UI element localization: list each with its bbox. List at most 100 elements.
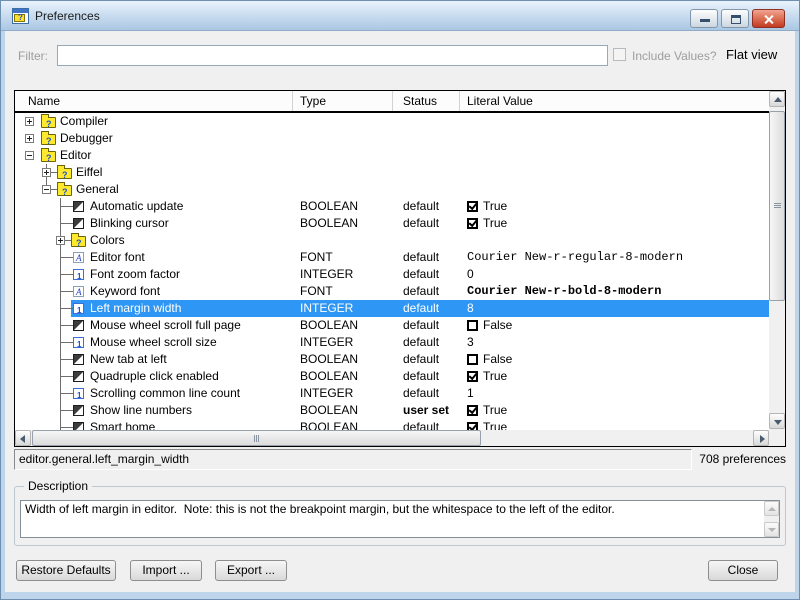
vertical-scroll-thumb[interactable] bbox=[769, 111, 785, 301]
status-cell: default bbox=[393, 249, 460, 266]
value-cell bbox=[460, 164, 769, 181]
flat-view-button[interactable]: Flat view bbox=[726, 47, 777, 62]
name-cell: Editor font bbox=[15, 249, 293, 266]
value-cell: 3 bbox=[460, 334, 769, 351]
value-text: 8 bbox=[467, 300, 474, 317]
description-caption: Description bbox=[24, 479, 92, 493]
arrow-right-icon bbox=[760, 435, 765, 443]
tree-row-blinking-cursor[interactable]: Blinking cursorBOOLEANdefaultTrue bbox=[15, 215, 769, 232]
value-text: False bbox=[483, 317, 512, 334]
status-cell: default bbox=[393, 300, 460, 317]
title-bar[interactable]: Preferences bbox=[1, 1, 799, 31]
integer-pref-icon bbox=[73, 388, 84, 399]
tree-row-automatic-update[interactable]: Automatic updateBOOLEANdefaultTrue bbox=[15, 198, 769, 215]
folder-icon bbox=[41, 117, 56, 128]
status-cell: default bbox=[393, 334, 460, 351]
indent-spacer bbox=[15, 325, 61, 326]
checkbox-unchecked-icon[interactable] bbox=[467, 354, 478, 365]
tree-row-quadruple-click-enabled[interactable]: Quadruple click enabledBOOLEANdefaultTru… bbox=[15, 368, 769, 385]
value-text: 0 bbox=[467, 266, 474, 283]
integer-pref-icon bbox=[73, 269, 84, 280]
scroll-up-button[interactable] bbox=[769, 91, 785, 107]
tree-row-mouse-wheel-scroll-full-page[interactable]: Mouse wheel scroll full pageBOOLEANdefau… bbox=[15, 317, 769, 334]
tree-row-debugger[interactable]: Debugger bbox=[15, 130, 769, 147]
row-label: Left margin width bbox=[90, 300, 181, 317]
indent-spacer bbox=[15, 240, 56, 241]
tree-row-colors[interactable]: Colors bbox=[15, 232, 769, 249]
row-label: Automatic update bbox=[90, 198, 183, 215]
column-header-name[interactable]: Name bbox=[15, 91, 293, 111]
status-cell bbox=[393, 232, 460, 249]
filter-input[interactable] bbox=[57, 45, 608, 66]
type-cell: BOOLEAN bbox=[293, 419, 393, 430]
tree-row-new-tab-at-left[interactable]: New tab at leftBOOLEANdefaultFalse bbox=[15, 351, 769, 368]
indent-spacer bbox=[15, 342, 61, 343]
preferences-count: 708 preferences bbox=[560, 452, 786, 466]
thumb-grip-icon bbox=[774, 203, 781, 204]
minimize-button[interactable] bbox=[690, 9, 718, 28]
tree-row-smart-home[interactable]: Smart homeBOOLEANdefaultTrue bbox=[15, 419, 769, 430]
type-cell: FONT bbox=[293, 283, 393, 300]
checkbox-checked-icon[interactable] bbox=[467, 405, 478, 416]
tree-row-keyword-font[interactable]: Keyword fontFONTdefaultCourier New-r-bol… bbox=[15, 283, 769, 300]
expand-icon[interactable] bbox=[25, 117, 34, 126]
checkbox-unchecked-icon[interactable] bbox=[467, 320, 478, 331]
restore-defaults-button[interactable]: Restore Defaults bbox=[16, 560, 116, 581]
name-cell: Scrolling common line count bbox=[15, 385, 293, 402]
maximize-button[interactable] bbox=[721, 9, 749, 28]
value-cell: True bbox=[460, 368, 769, 385]
tree-row-mouse-wheel-scroll-size[interactable]: Mouse wheel scroll sizeINTEGERdefault3 bbox=[15, 334, 769, 351]
collapse-icon[interactable] bbox=[42, 185, 51, 194]
value-text: 1 bbox=[467, 385, 474, 402]
tree-row-compiler[interactable]: Compiler bbox=[15, 113, 769, 130]
horizontal-scrollbar[interactable] bbox=[15, 430, 769, 446]
tree-row-show-line-numbers[interactable]: Show line numbersBOOLEANuser setTrue bbox=[15, 402, 769, 419]
checkbox-checked-icon[interactable] bbox=[467, 422, 478, 430]
description-text[interactable]: Width of left margin in editor. Note: th… bbox=[20, 500, 780, 538]
preferences-window-icon bbox=[12, 8, 29, 24]
horizontal-scroll-thumb[interactable] bbox=[32, 430, 481, 446]
name-cell: Compiler bbox=[15, 113, 293, 130]
checkbox-checked-icon[interactable] bbox=[467, 371, 478, 382]
close-button[interactable]: Close bbox=[708, 560, 778, 581]
row-label: Mouse wheel scroll full page bbox=[90, 317, 241, 334]
indent-spacer bbox=[15, 359, 61, 360]
column-header-status[interactable]: Status bbox=[393, 91, 460, 111]
indent-spacer bbox=[34, 121, 41, 122]
scroll-right-button[interactable] bbox=[753, 430, 769, 446]
row-label: Scrolling common line count bbox=[90, 385, 240, 402]
checkbox-checked-icon[interactable] bbox=[467, 218, 478, 229]
column-header-type[interactable]: Type bbox=[293, 91, 393, 111]
tree-row-font-zoom-factor[interactable]: Font zoom factorINTEGERdefault0 bbox=[15, 266, 769, 283]
expand-icon[interactable] bbox=[42, 168, 51, 177]
close-window-button[interactable] bbox=[752, 9, 785, 28]
value-cell: 0 bbox=[460, 266, 769, 283]
expand-icon[interactable] bbox=[56, 236, 65, 245]
tree-row-editor-font[interactable]: Editor fontFONTdefaultCourier New-r-regu… bbox=[15, 249, 769, 266]
include-values-checkbox[interactable] bbox=[613, 48, 626, 61]
checkbox-checked-icon[interactable] bbox=[467, 201, 478, 212]
value-cell: Courier New-r-regular-8-modern bbox=[460, 249, 769, 266]
expand-icon[interactable] bbox=[25, 134, 34, 143]
thumb-grip-icon bbox=[254, 435, 255, 442]
tree-row-scrolling-common-line-count[interactable]: Scrolling common line countINTEGERdefaul… bbox=[15, 385, 769, 402]
tree-row-eiffel[interactable]: Eiffel bbox=[15, 164, 769, 181]
type-cell bbox=[293, 113, 393, 130]
scroll-left-button[interactable] bbox=[15, 430, 31, 446]
export-button[interactable]: Export ... bbox=[215, 560, 287, 581]
tree-row-left-margin-width[interactable]: Left margin widthINTEGERdefault8 bbox=[15, 300, 769, 317]
vertical-scrollbar[interactable] bbox=[769, 91, 785, 429]
tree-row-editor[interactable]: Editor bbox=[15, 147, 769, 164]
folder-icon bbox=[57, 168, 72, 179]
scroll-down-button[interactable] bbox=[769, 413, 785, 429]
scroll-up-button bbox=[764, 501, 779, 516]
collapse-icon[interactable] bbox=[25, 151, 34, 160]
name-cell: General bbox=[15, 181, 293, 198]
indent-spacer bbox=[15, 291, 61, 292]
column-header-literal-value[interactable]: Literal Value bbox=[460, 91, 769, 111]
name-cell: Font zoom factor bbox=[15, 266, 293, 283]
description-scrollbar bbox=[764, 501, 779, 537]
tree-row-general[interactable]: General bbox=[15, 181, 769, 198]
indent-spacer bbox=[34, 155, 41, 156]
import-button[interactable]: Import ... bbox=[130, 560, 202, 581]
